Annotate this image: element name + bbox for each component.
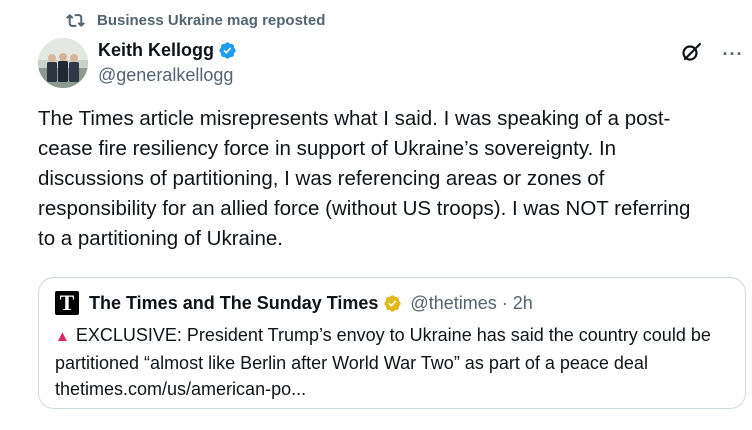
the-times-logo[interactable]: T xyxy=(55,291,79,315)
avatar[interactable] xyxy=(38,38,88,88)
repost-icon xyxy=(66,11,85,30)
red-triangle-icon: ▲ xyxy=(55,328,70,345)
quoted-author-handle[interactable]: @thetimes xyxy=(410,293,496,314)
social-context[interactable]: Business Ukraine mag reposted xyxy=(66,11,325,30)
tweet-article[interactable]: Business Ukraine mag reposted Keith Kell… xyxy=(0,0,752,430)
separator-dot: · xyxy=(501,292,508,313)
author-name[interactable]: Keith Kellogg xyxy=(98,38,214,62)
verified-badge-icon[interactable] xyxy=(218,41,237,60)
social-context-text: Business Ukraine mag reposted xyxy=(97,12,326,29)
quoted-tweet-body: EXCLUSIVE: President Trump’s envoy to Uk… xyxy=(55,325,711,373)
post-text: The Times article misrepresents what I s… xyxy=(38,107,691,250)
author-handle[interactable]: @generalkellogg xyxy=(98,63,237,87)
quoted-tweet-header: T The Times and The Sunday Times @thetim… xyxy=(55,291,533,315)
quoted-author-name[interactable]: The Times and The Sunday Times xyxy=(89,293,378,314)
author-info: Keith Kellogg @generalkellogg xyxy=(98,38,237,87)
gold-verified-badge-icon xyxy=(383,294,402,313)
quoted-timestamp[interactable]: 2h xyxy=(513,293,533,314)
quoted-tweet-card[interactable]: T The Times and The Sunday Times @thetim… xyxy=(38,277,746,409)
quoted-tweet-link[interactable]: thetimes.com/us/american-po... xyxy=(55,376,735,402)
grok-button[interactable] xyxy=(677,40,705,68)
more-options-button[interactable]: ··· xyxy=(719,40,747,68)
grok-icon xyxy=(679,40,703,69)
quoted-tweet-text: ▲ EXCLUSIVE: President Trump’s envoy to U… xyxy=(55,322,735,402)
